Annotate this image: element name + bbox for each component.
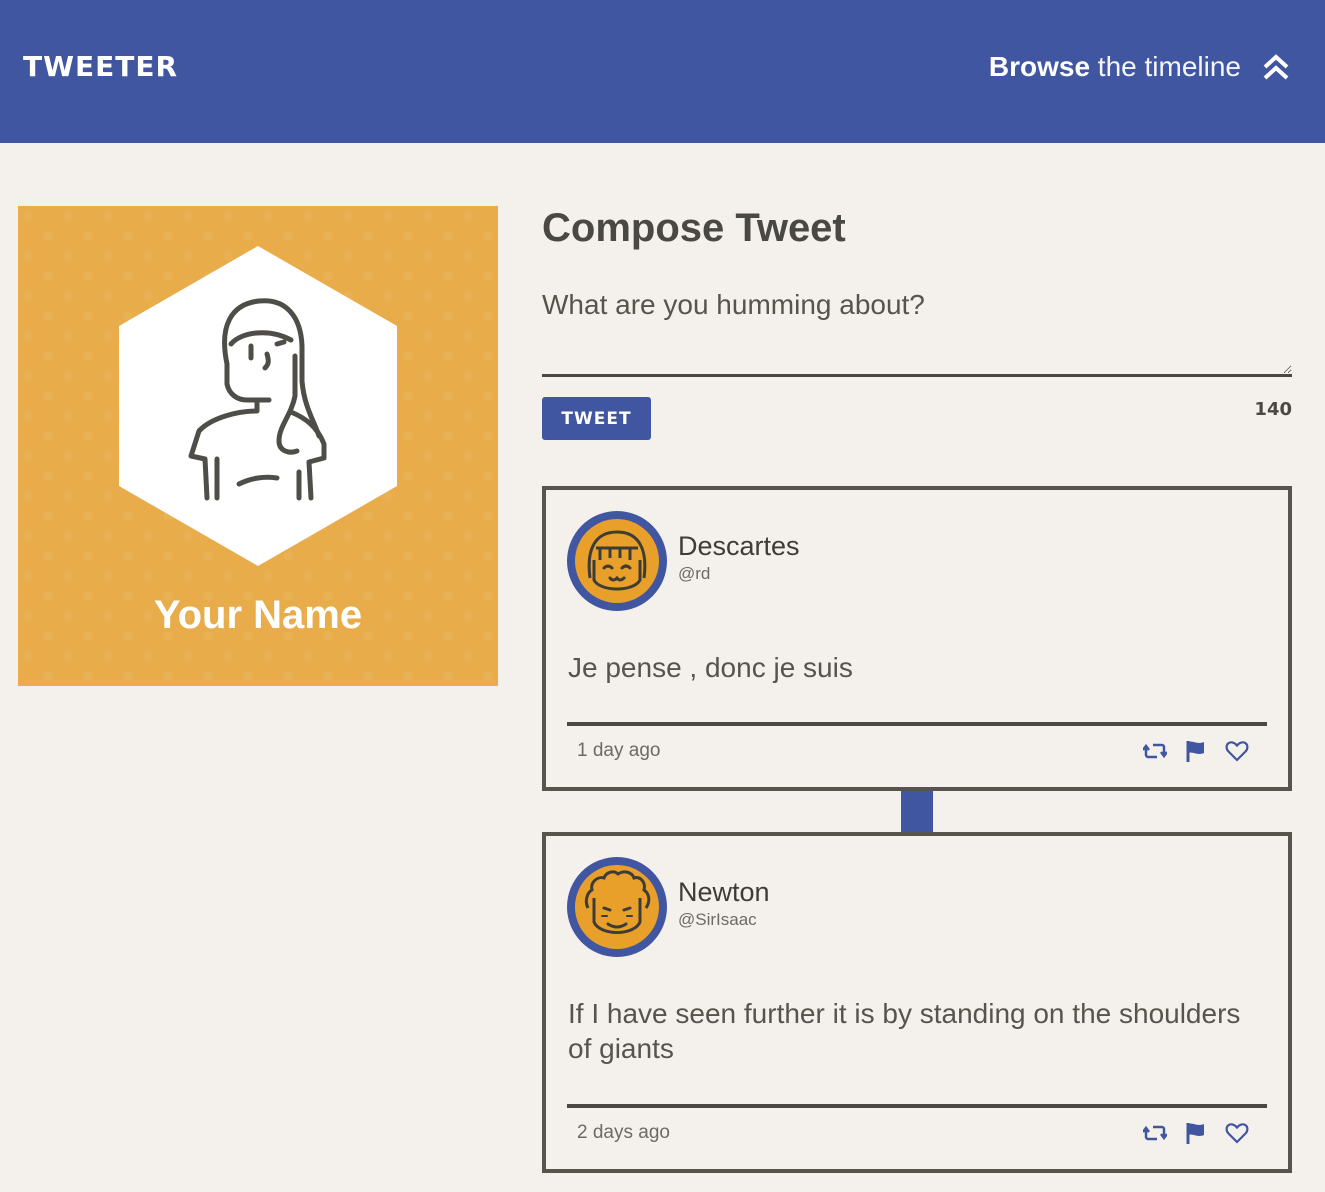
author-name[interactable]: Newton [678, 877, 770, 908]
tweet-header: Newton @SirIsaac [567, 857, 770, 957]
retweet-icon[interactable] [1143, 739, 1167, 763]
browse-rest: the timeline [1090, 50, 1241, 82]
flag-icon[interactable] [1184, 1121, 1208, 1145]
author-name[interactable]: Descartes [678, 531, 800, 562]
profile-name: Your Name [153, 593, 363, 637]
tweet-author: Newton @SirIsaac [678, 877, 770, 930]
browse-timeline-link[interactable]: Browse the timeline [989, 51, 1241, 83]
tweet-text: Je pense , donc je suis [568, 652, 853, 683]
tweet-actions [1143, 1121, 1249, 1145]
tweet-card: Newton @SirIsaac If I have seen further … [542, 832, 1292, 1173]
heart-icon[interactable] [1225, 739, 1249, 763]
tweet-button[interactable]: TWEET [542, 397, 651, 440]
nav-right: Browse the timeline [989, 51, 1291, 83]
tweet-header: Descartes @rd [567, 511, 800, 611]
tweet-textarea[interactable] [542, 289, 1292, 377]
flag-icon[interactable] [1184, 739, 1208, 763]
brand-logo[interactable]: TWEETER [23, 50, 178, 83]
tweet-text: If I have seen further it is by standing… [568, 998, 1241, 1064]
browse-strong: Browse [988, 50, 1091, 82]
compose-section: Compose Tweet TWEET 140 [542, 206, 1292, 440]
user-avatar-icon [119, 246, 397, 566]
author-handle[interactable]: @SirIsaac [678, 910, 770, 930]
double-chevron-up-icon[interactable] [1261, 52, 1291, 82]
top-nav: TWEETER Browse the timeline [0, 0, 1325, 143]
retweet-icon[interactable] [1143, 1121, 1167, 1145]
tweet-actions [1143, 739, 1249, 763]
tweet-footer: 2 days ago [567, 1104, 1267, 1149]
tweet-timestamp: 2 days ago [577, 1121, 670, 1143]
tweet-timestamp: 1 day ago [577, 739, 661, 761]
newton-avatar-icon [575, 865, 659, 949]
tweet-card: Descartes @rd Je pense , donc je suis 1 … [542, 486, 1292, 791]
tweet-footer: 1 day ago [567, 722, 1267, 767]
timeline-connector [901, 791, 933, 832]
avatar[interactable] [567, 511, 667, 611]
compose-title: Compose Tweet [542, 206, 846, 250]
compose-actions: TWEET 140 [542, 397, 1292, 440]
descartes-avatar-icon [575, 519, 659, 603]
char-counter: 140 [1254, 399, 1292, 420]
profile-card: Your Name [18, 206, 498, 686]
author-handle[interactable]: @rd [678, 564, 800, 584]
avatar[interactable] [567, 857, 667, 957]
heart-icon[interactable] [1225, 1121, 1249, 1145]
tweet-author: Descartes @rd [678, 531, 800, 584]
